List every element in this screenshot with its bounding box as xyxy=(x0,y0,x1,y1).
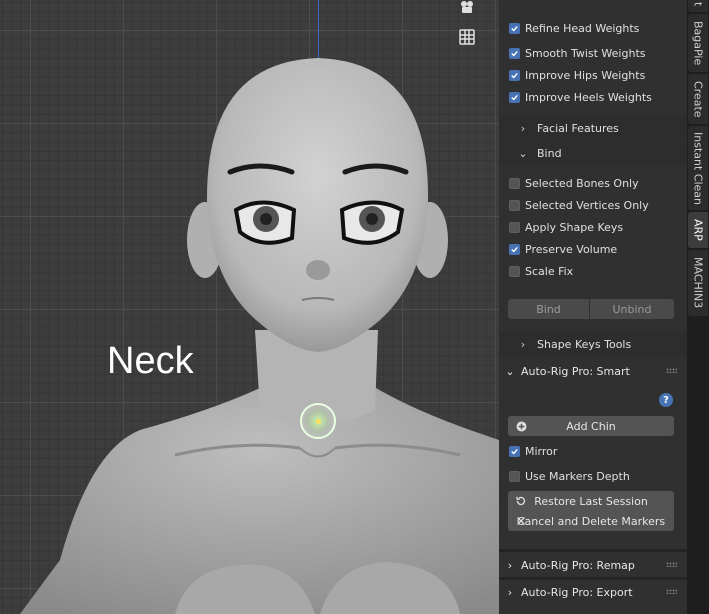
smart-panel-header[interactable]: ⌄ Auto-Rig Pro: Smart xyxy=(499,359,687,383)
button-label: Cancel and Delete Markers xyxy=(516,514,666,528)
option-apply-shape-keys[interactable]: Apply Shape Keys xyxy=(509,218,623,236)
neck-marker-label: Neck xyxy=(107,340,194,382)
option-label: Preserve Volume xyxy=(525,242,618,256)
subpanel-label: Facial Features xyxy=(537,121,619,135)
checkbox-icon[interactable] xyxy=(509,177,520,189)
checkbox-icon[interactable] xyxy=(509,69,520,81)
panel-title: Auto-Rig Pro: Remap xyxy=(521,558,635,572)
option-label: Improve Heels Weights xyxy=(525,90,652,104)
option-label: Use Markers Depth xyxy=(525,469,630,483)
close-icon xyxy=(514,513,528,529)
option-improve-hips-weights[interactable]: Improve Hips Weights xyxy=(509,66,645,84)
3d-viewport[interactable]: Neck xyxy=(0,0,499,614)
remap-panel-header[interactable]: › Auto-Rig Pro: Remap xyxy=(499,553,687,577)
subpanel-label: Shape Keys Tools xyxy=(537,337,632,351)
bind-subpanel[interactable]: ⌄ Bind xyxy=(499,141,687,165)
chevron-down-icon: ⌄ xyxy=(505,364,515,378)
checkbox-icon[interactable] xyxy=(509,243,520,255)
button-label: Add Chin xyxy=(566,419,616,433)
drag-grip-icon[interactable] xyxy=(666,589,677,594)
option-refine-head-weights[interactable]: Refine Head Weights xyxy=(509,19,639,37)
facial-features-subpanel[interactable]: › Facial Features xyxy=(499,116,687,140)
tab-machin3[interactable]: MACHIN3 xyxy=(688,250,708,316)
option-scale-fix[interactable]: Scale Fix xyxy=(509,262,573,280)
restore-icon xyxy=(514,493,528,509)
cancel-delete-markers-button[interactable]: Cancel and Delete Markers xyxy=(508,511,674,531)
bind-button[interactable]: Bind xyxy=(508,299,589,319)
option-label: Smooth Twist Weights xyxy=(525,46,646,60)
panel-divider xyxy=(499,549,687,552)
checkbox-icon[interactable] xyxy=(509,91,520,103)
unbind-button[interactable]: Unbind xyxy=(590,299,674,319)
option-label: Improve Hips Weights xyxy=(525,68,646,82)
option-label: Selected Vertices Only xyxy=(525,198,649,212)
export-panel-header[interactable]: › Auto-Rig Pro: Export xyxy=(499,580,687,604)
character-model xyxy=(20,58,499,614)
checkbox-icon[interactable] xyxy=(509,221,520,233)
option-label: Refine Head Weights xyxy=(525,21,640,35)
chevron-right-icon: › xyxy=(520,337,526,351)
checkbox-icon[interactable] xyxy=(509,199,520,211)
tab-create[interactable]: Create xyxy=(688,74,708,124)
option-label: Scale Fix xyxy=(525,264,574,278)
option-preserve-volume[interactable]: Preserve Volume xyxy=(509,240,617,258)
checkbox-icon[interactable] xyxy=(509,265,520,277)
arp-sidebar-panel: Refine Head Weights Smooth Twist Weights… xyxy=(499,0,687,614)
ortho-grid-icon[interactable] xyxy=(455,25,479,49)
shape-keys-tools-subpanel[interactable]: › Shape Keys Tools xyxy=(499,332,687,356)
tab-instant-clean[interactable]: Instant Clean xyxy=(688,126,708,210)
sidebar-tabs: t BagaPie Create Instant Clean ARP MACHI… xyxy=(687,0,709,614)
add-chin-button[interactable]: Add Chin xyxy=(508,416,674,436)
drag-grip-icon[interactable] xyxy=(666,368,677,373)
checkbox-icon[interactable] xyxy=(509,470,520,482)
panel-title: Auto-Rig Pro: Export xyxy=(521,585,633,599)
option-improve-heels-weights[interactable]: Improve Heels Weights xyxy=(509,88,652,106)
option-selected-vertices-only[interactable]: Selected Vertices Only xyxy=(509,196,649,214)
neck-marker-point[interactable] xyxy=(300,403,336,439)
chevron-right-icon: › xyxy=(520,121,526,135)
restore-last-session-button[interactable]: Restore Last Session xyxy=(508,491,674,511)
chevron-right-icon: › xyxy=(507,558,513,572)
panel-title: Auto-Rig Pro: Smart xyxy=(521,364,630,378)
option-use-markers-depth[interactable]: Use Markers Depth xyxy=(509,467,630,485)
option-label: Selected Bones Only xyxy=(525,176,639,190)
button-label: Restore Last Session xyxy=(534,494,648,508)
checkbox-icon[interactable] xyxy=(509,22,520,34)
option-smooth-twist-weights[interactable]: Smooth Twist Weights xyxy=(509,44,645,62)
chevron-down-icon: ⌄ xyxy=(518,146,528,160)
chevron-right-icon: › xyxy=(507,585,513,599)
option-selected-bones-only[interactable]: Selected Bones Only xyxy=(509,174,639,192)
checkbox-icon[interactable] xyxy=(509,445,520,457)
subpanel-label: Bind xyxy=(537,146,562,160)
tab-bagapie[interactable]: BagaPie xyxy=(688,14,708,72)
option-mirror[interactable]: Mirror xyxy=(509,442,557,460)
plus-circle-icon xyxy=(514,418,528,434)
drag-grip-icon[interactable] xyxy=(666,562,677,567)
tab-arp[interactable]: ARP xyxy=(688,212,708,248)
option-label: Mirror xyxy=(525,444,558,458)
checkbox-icon[interactable] xyxy=(509,47,520,59)
help-icon[interactable]: ? xyxy=(659,393,673,407)
camera-view-icon[interactable] xyxy=(455,0,479,18)
tab-truncated[interactable]: t xyxy=(688,0,708,12)
option-label: Apply Shape Keys xyxy=(525,220,624,234)
